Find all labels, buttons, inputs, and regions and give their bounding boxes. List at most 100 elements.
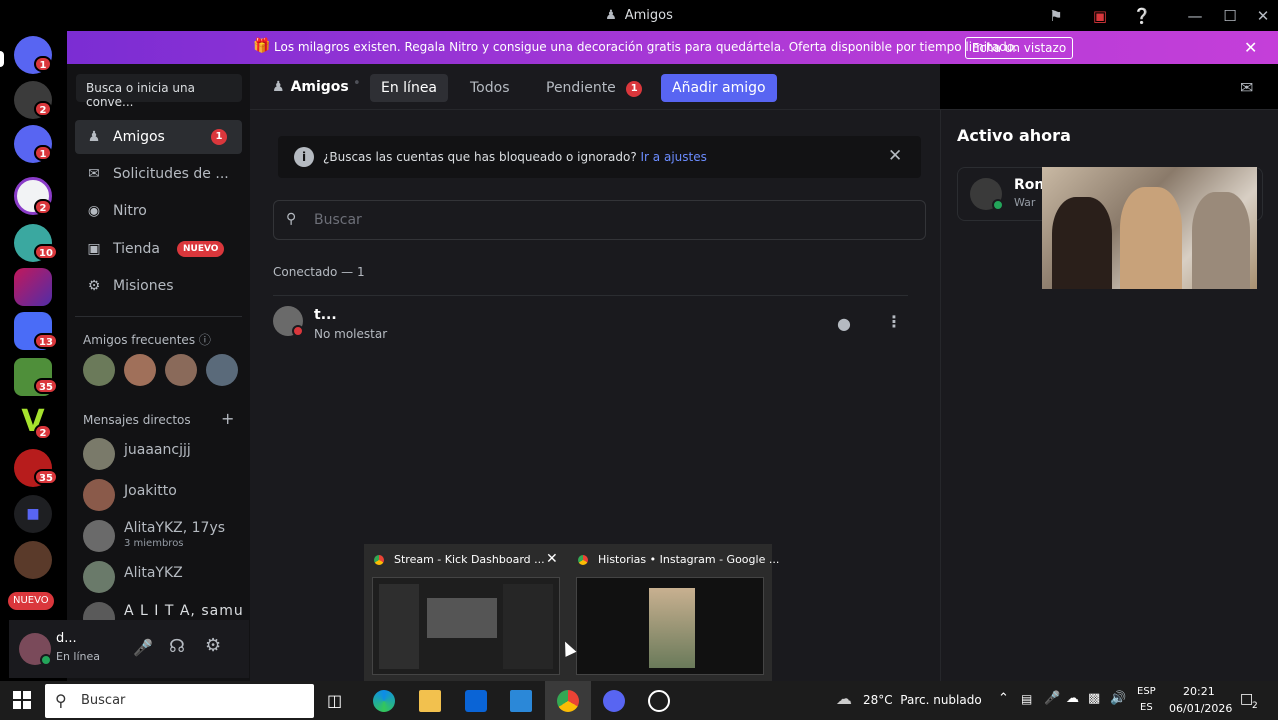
help-icon[interactable]: ❔ <box>1132 6 1152 26</box>
language-bottom[interactable]: ES <box>1140 702 1153 713</box>
server-icon[interactable] <box>14 268 52 306</box>
search-icon: ⚲ <box>55 691 67 710</box>
banner-cta-button[interactable]: Echa un vistazo <box>965 37 1073 59</box>
chevron-up-icon[interactable]: ⌃ <box>998 691 1009 706</box>
close-preview-icon[interactable]: ✕ <box>546 551 558 567</box>
divider <box>75 316 242 317</box>
chrome-icon[interactable] <box>557 690 579 712</box>
discord-taskbar-icon[interactable] <box>603 690 625 712</box>
tab-online[interactable]: En línea <box>370 74 449 102</box>
message-icon[interactable]: ● <box>837 314 851 333</box>
windows-start-icon[interactable] <box>13 691 31 709</box>
server-rail: 1 2 1 2 10 13 35 V 2 35 ■ NUEVO <box>0 31 67 681</box>
separator-dot: • <box>353 76 361 91</box>
blocked-accounts-notice: i ¿Buscas las cuentas que has bloqueado … <box>278 136 921 178</box>
friends-icon: ♟ <box>87 129 101 145</box>
task-view-icon[interactable]: ◫ <box>327 691 342 710</box>
microphone-icon[interactable]: 🎤 <box>133 638 153 657</box>
dm-item[interactable]: A L I T A, samu <box>83 600 243 620</box>
preview-window[interactable]: Historias • Instagram - Google ... <box>568 544 779 681</box>
edge-icon[interactable] <box>373 690 395 712</box>
nav-shop[interactable]: ▣ Tienda NUEVO <box>75 232 242 266</box>
friend-search-field[interactable]: ⚲ Buscar <box>273 200 926 240</box>
volume-icon[interactable]: 🔊 <box>1110 691 1126 706</box>
headphones-icon[interactable]: ☊ <box>169 636 185 657</box>
friend-row[interactable]: t... No molestar ● ⋮ <box>273 304 908 346</box>
banner-message: Los milagros existen. Regala Nitro y con… <box>274 40 1018 54</box>
onedrive-icon[interactable]: ☁ <box>1066 691 1079 706</box>
server-icon[interactable] <box>14 541 52 579</box>
obs-icon[interactable] <box>648 690 670 712</box>
dm-item[interactable]: juaaancjjj <box>83 436 243 472</box>
screen-share-icon[interactable]: ▣ <box>1090 6 1110 26</box>
maximize-icon[interactable]: ☐ <box>1220 6 1240 26</box>
frequent-friend-avatar[interactable] <box>83 354 115 386</box>
new-group-dm-icon[interactable]: ✉ <box>1240 78 1253 97</box>
outlook-icon[interactable] <box>465 690 487 712</box>
flag-icon[interactable]: ⚑ <box>1046 6 1066 26</box>
conversation-search-button[interactable]: Busca o inicia una conve... <box>76 74 242 109</box>
notice-text: ¿Buscas las cuentas que has bloqueado o … <box>323 150 707 164</box>
dm-item[interactable]: Joakitto <box>83 477 243 513</box>
network-icon[interactable]: ▩ <box>1088 691 1100 706</box>
taskbar-previews: Stream - Kick Dashboard ... ✕ Historias … <box>364 544 779 681</box>
avatar <box>83 479 115 511</box>
weather-text[interactable]: 28°C Parc. nublado <box>863 693 982 707</box>
tray-icon[interactable]: ▤ <box>1021 692 1032 706</box>
frequent-friend-avatar[interactable] <box>206 354 238 386</box>
close-banner-icon[interactable]: ✕ <box>1244 38 1257 57</box>
header-title: ♟ Amigos <box>272 79 349 95</box>
add-dm-icon[interactable]: + <box>221 409 234 428</box>
microphone-tray-icon[interactable]: 🎤 <box>1044 691 1060 706</box>
nav-nitro[interactable]: ◉ Nitro <box>75 194 242 228</box>
close-window-icon[interactable]: ✕ <box>1253 6 1273 26</box>
store-icon[interactable] <box>510 690 532 712</box>
dm-members: 3 miembros <box>124 538 184 549</box>
more-options-icon[interactable]: ⋮ <box>886 312 902 331</box>
file-explorer-icon[interactable] <box>419 690 441 712</box>
tab-all[interactable]: Todos <box>459 74 520 102</box>
preview-window[interactable]: Stream - Kick Dashboard ... ✕ <box>364 544 568 681</box>
dm-name: juaaancjjj <box>124 442 191 458</box>
frequent-friend-avatar[interactable] <box>165 354 197 386</box>
user-name: d... <box>56 631 77 646</box>
clock-date[interactable]: 06/01/2026 <box>1169 702 1232 715</box>
nav-friends[interactable]: ♟ Amigos 1 <box>75 120 242 154</box>
preview-title: Historias • Instagram - Google ... <box>598 553 780 566</box>
thumb-chat <box>503 584 553 669</box>
friend-name: t... <box>314 307 337 323</box>
server-badge: 2 <box>34 424 52 440</box>
tile <box>13 701 21 709</box>
folder-icon[interactable]: ■ <box>14 495 52 533</box>
nav-label: Nitro <box>113 203 147 219</box>
tile <box>23 701 31 709</box>
shop-icon: ▣ <box>87 241 101 257</box>
add-friend-button[interactable]: Añadir amigo <box>661 74 777 102</box>
quests-icon: ⚙ <box>87 278 101 294</box>
taskbar-search[interactable]: ⚲ Buscar <box>45 684 314 718</box>
thumb-sidebar <box>379 584 419 669</box>
nav-message-requests[interactable]: ✉ Solicitudes de ... <box>75 157 242 191</box>
channel-sidebar: Busca o inicia una conve... ♟ Amigos 1 ✉… <box>67 64 250 681</box>
dm-item[interactable]: AlitaYKZ <box>83 559 243 595</box>
frequent-friend-avatar[interactable] <box>124 354 156 386</box>
notice-message: ¿Buscas las cuentas que has bloqueado o … <box>323 150 637 164</box>
language-top[interactable]: ESP <box>1137 686 1156 697</box>
active-now-title: Activo ahora <box>957 126 1071 145</box>
close-notice-icon[interactable]: ✕ <box>888 146 902 166</box>
server-badge: 10 <box>34 244 58 260</box>
server-badge: 35 <box>34 378 58 394</box>
settings-gear-icon[interactable]: ⚙ <box>205 635 221 656</box>
preview-thumbnail <box>576 577 764 675</box>
clock-time[interactable]: 20:21 <box>1183 685 1215 698</box>
dm-name: A L I T A, samu <box>124 603 243 619</box>
friends-icon: ♟ <box>272 79 285 95</box>
minimize-icon[interactable]: — <box>1185 6 1205 26</box>
friends-icon: ♟ <box>605 8 617 23</box>
server-badge: 2 <box>34 199 52 215</box>
settings-link[interactable]: Ir a ajustes <box>641 150 707 164</box>
tab-pending[interactable]: Pendiente 1 <box>535 74 653 102</box>
dm-group-item[interactable]: AlitaYKZ, 17ys 3 miembros <box>83 518 243 554</box>
window-title-text: Amigos <box>624 8 673 23</box>
nav-quests[interactable]: ⚙ Misiones <box>75 269 242 303</box>
